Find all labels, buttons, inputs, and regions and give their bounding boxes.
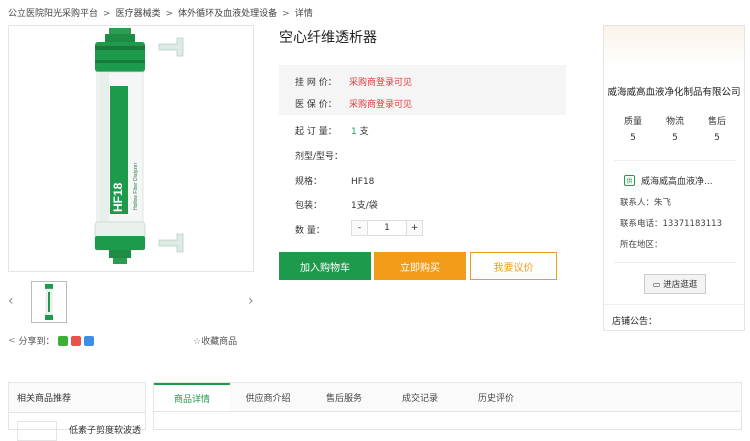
favorite-label: 收藏商品 bbox=[201, 337, 238, 347]
rating-logistics: 物流 5 bbox=[665, 117, 684, 143]
negotiate-button[interactable]: 我要议价 bbox=[470, 252, 557, 280]
dialyzer-thumb bbox=[45, 284, 53, 320]
qty-input[interactable]: 1 bbox=[367, 221, 407, 235]
breadcrumb-category[interactable]: 医疗器械类 bbox=[116, 9, 161, 19]
insurance-price-row: 医 保 价： 采购商登录可见 bbox=[295, 100, 413, 110]
star-icon: ☆ bbox=[193, 337, 202, 347]
price-box: 挂 网 价： 采购商登录可见 医 保 价： 采购商登录可见 bbox=[279, 65, 566, 115]
store-ratings: 质量 5 物流 5 售后 5 bbox=[618, 114, 732, 146]
store-divider bbox=[614, 262, 736, 263]
add-to-cart-button[interactable]: 加入购物车 bbox=[279, 252, 371, 280]
store-region: 所在地区： bbox=[620, 240, 663, 250]
qty-plus-button[interactable]: + bbox=[407, 221, 422, 235]
breadcrumb-subcategory[interactable]: 体外循环及血液处理设备 bbox=[178, 9, 277, 19]
store-notice: 店铺公告： bbox=[612, 317, 658, 327]
tab-history-reviews[interactable]: 历史评价 bbox=[458, 383, 534, 411]
breadcrumb-current: 详情 bbox=[294, 9, 313, 19]
rating-aftersale: 售后 5 bbox=[707, 117, 726, 143]
tab-product-details[interactable]: 商品详情 bbox=[154, 383, 230, 411]
insurance-price-value: 采购商登录可见 bbox=[349, 100, 413, 110]
store-name[interactable]: 威海威高血液净化制品有限公司 bbox=[604, 84, 744, 98]
share-icon: < bbox=[8, 335, 16, 346]
store-icon: ▭ bbox=[652, 279, 661, 289]
product-title: 空心纤维透析器 bbox=[279, 30, 377, 46]
supplier-icon: 供 bbox=[624, 175, 635, 186]
related-products: 相关商品推荐 低素子剪度软波透 bbox=[8, 382, 146, 441]
wechat-icon[interactable] bbox=[57, 335, 68, 346]
tab-content bbox=[153, 412, 742, 430]
related-title: 相关商品推荐 bbox=[9, 383, 145, 413]
store-phone: 联系电话：13371183113 bbox=[620, 219, 722, 229]
product-model-text: HF18 bbox=[111, 182, 125, 212]
quantity-stepper: - 1 + bbox=[351, 220, 423, 236]
product-subtext: Hollow Fiber Dialyzer bbox=[133, 162, 139, 210]
packing-value: 1支/袋 bbox=[351, 201, 378, 211]
store-shop-link[interactable]: 供 威海威高血液净... bbox=[624, 174, 713, 187]
tab-after-sales[interactable]: 售后服务 bbox=[306, 383, 382, 411]
model-row: 剂型/型号： bbox=[295, 152, 344, 162]
thumbnail-strip: ‹ › bbox=[8, 281, 254, 323]
share-label: 分享到： bbox=[18, 337, 55, 347]
breadcrumb-home[interactable]: 公立医院阳光采购平台 bbox=[8, 9, 98, 19]
dialyzer-image: HF18 Hollow Fiber Dialyzer bbox=[94, 28, 184, 264]
share-bar: < 分享到： bbox=[8, 334, 94, 347]
store-panel: 威海威高血液净化制品有限公司 质量 5 物流 5 售后 5 供 威海威高血液净... … bbox=[603, 25, 745, 331]
store-header bbox=[604, 26, 744, 66]
thumbnail-image[interactable] bbox=[31, 281, 67, 323]
quantity-label: 数 量： bbox=[295, 226, 325, 236]
listed-price-row: 挂 网 价： 采购商登录可见 bbox=[295, 78, 413, 88]
rating-quality: 质量 5 bbox=[623, 117, 642, 143]
related-item-image[interactable] bbox=[17, 421, 57, 441]
chevron-left-icon[interactable]: ‹ bbox=[8, 293, 14, 309]
chevron-right-icon[interactable]: › bbox=[248, 293, 254, 309]
spec-row: 规格： HF18 bbox=[295, 177, 375, 187]
moq-value: 1 bbox=[351, 127, 357, 137]
moq-unit: 支 bbox=[359, 127, 369, 137]
store-contact: 联系人：朱飞 bbox=[620, 198, 672, 208]
store-shop-name: 威海威高血液净... bbox=[641, 177, 713, 187]
spec-value: HF18 bbox=[351, 177, 375, 187]
breadcrumb: 公立医院阳光采购平台 > 医疗器械类 > 体外循环及血液处理设备 > 详情 bbox=[8, 9, 313, 19]
product-main-image: HF18 Hollow Fiber Dialyzer bbox=[8, 25, 254, 272]
qq-icon[interactable] bbox=[83, 335, 94, 346]
qty-minus-button[interactable]: - bbox=[352, 221, 367, 235]
tab-transaction-records[interactable]: 成交记录 bbox=[382, 383, 458, 411]
store-divider bbox=[604, 304, 744, 305]
detail-tabs: 商品详情 供应商介绍 售后服务 成交记录 历史评价 bbox=[153, 382, 742, 412]
listed-price-value: 采购商登录可见 bbox=[349, 78, 413, 88]
tab-supplier-intro[interactable]: 供应商介绍 bbox=[230, 383, 306, 411]
buy-now-button[interactable]: 立即购买 bbox=[374, 252, 466, 280]
moq-row: 起 订 量： 1 支 bbox=[295, 127, 369, 137]
weibo-icon[interactable] bbox=[70, 335, 81, 346]
packing-row: 包装： 1支/袋 bbox=[295, 201, 378, 211]
enter-store-button[interactable]: ▭ 进店逛逛 bbox=[644, 274, 706, 294]
favorite-button[interactable]: ☆收藏商品 bbox=[193, 334, 237, 347]
store-divider bbox=[614, 160, 736, 161]
